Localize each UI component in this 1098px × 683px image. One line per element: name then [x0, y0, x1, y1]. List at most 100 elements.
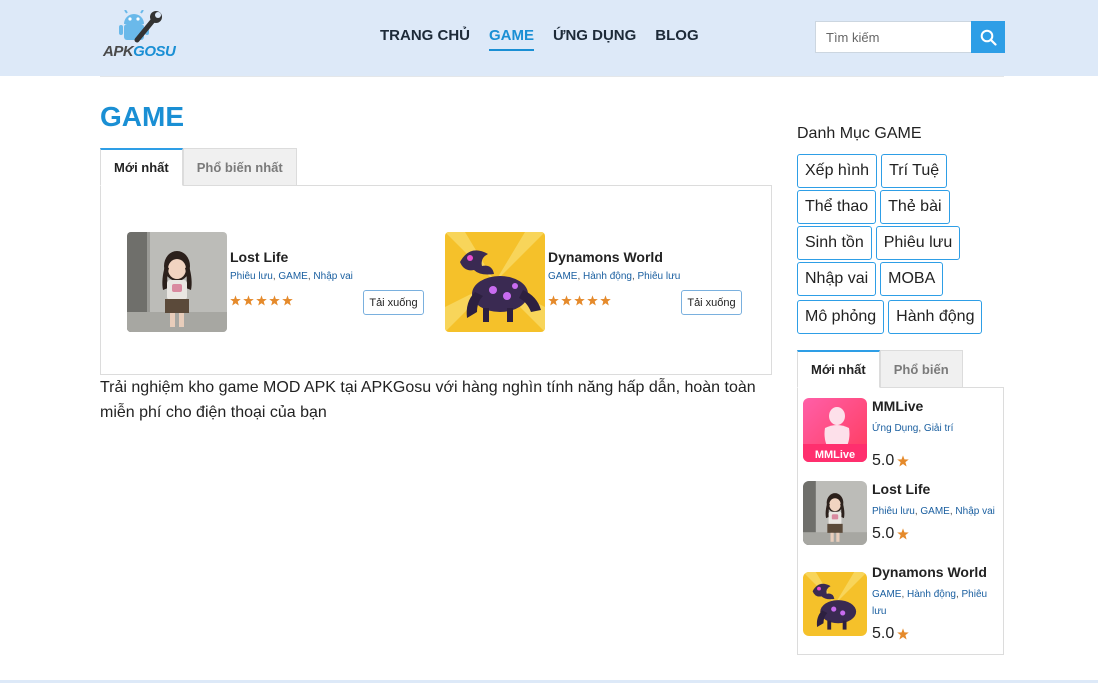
- site-header: APKGOSU TRANG CHỦ GAME ỨNG DỤNG BLOG: [0, 0, 1098, 76]
- dynamons-artwork-icon: [803, 572, 867, 636]
- page-title: GAME: [100, 101, 184, 132]
- category-tag[interactable]: Trí Tuệ: [881, 154, 948, 188]
- app-rating: 5.0: [872, 625, 910, 643]
- nav-item-blog[interactable]: BLOG: [655, 27, 698, 51]
- main-nav: TRANG CHỦ GAME ỨNG DỤNG BLOG: [380, 27, 699, 51]
- category-tag[interactable]: MOBA: [880, 262, 944, 296]
- main-tab-bar: Mới nhất Phổ biến nhất: [100, 148, 297, 186]
- category-row: Nhập vai MOBA: [797, 262, 944, 296]
- game-thumbnail[interactable]: [127, 232, 227, 332]
- tab-newest[interactable]: Mới nhất: [100, 148, 183, 186]
- search-button[interactable]: [971, 21, 1005, 53]
- star-icon: [282, 295, 293, 306]
- game-list-panel: Lost Life Phiêu lưu, GAME, Nhập vai Tải …: [100, 185, 772, 375]
- sidebar-app-item[interactable]: Dynamons World GAME, Hành động, Phiêu lư…: [803, 564, 1003, 642]
- app-thumbnail[interactable]: [803, 572, 867, 636]
- category-tag[interactable]: Mô phỏng: [797, 300, 885, 334]
- app-name[interactable]: MMLive: [872, 398, 923, 414]
- category-tag[interactable]: Thẻ bài: [880, 190, 950, 224]
- nav-item-home[interactable]: TRANG CHỦ: [380, 27, 470, 51]
- star-icon: [561, 295, 572, 306]
- rating-value: 5.0: [872, 625, 895, 642]
- game-thumbnail[interactable]: [445, 232, 545, 332]
- lost-life-artwork-icon: [127, 232, 227, 332]
- app-rating: 5.0: [872, 452, 910, 470]
- star-rating: [548, 295, 611, 306]
- rating-value: 5.0: [872, 525, 895, 542]
- star-icon: [548, 295, 559, 306]
- category-row: Thể thao Thẻ bài: [797, 190, 950, 224]
- logo-text-part2: GOSU: [133, 43, 176, 60]
- category-tag[interactable]: Sinh tồn: [797, 226, 872, 260]
- download-button[interactable]: Tải xuống: [681, 290, 742, 315]
- logo-text-part1: APK: [103, 43, 134, 60]
- app-name[interactable]: Dynamons World: [872, 564, 987, 580]
- category-link[interactable]: GAME: [548, 271, 577, 282]
- category-link[interactable]: Giải trí: [924, 423, 953, 434]
- category-link[interactable]: Nhập vai: [955, 506, 994, 517]
- logo-text: APKGOSU: [103, 43, 176, 60]
- site-logo[interactable]: APKGOSU: [103, 9, 179, 60]
- category-link[interactable]: Phiêu lưu: [638, 271, 681, 282]
- category-tag[interactable]: Thể thao: [797, 190, 877, 224]
- category-tag[interactable]: Nhập vai: [797, 262, 877, 296]
- sidebar-tab-bar: Mới nhất Phổ biến: [797, 350, 963, 388]
- page-description: Trải nghiệm kho game MOD APK tại APKGosu…: [100, 379, 756, 421]
- category-link[interactable]: Phiêu lưu: [872, 506, 915, 517]
- star-icon: [897, 455, 910, 467]
- category-tag[interactable]: Xếp hình: [797, 154, 878, 188]
- app-categories: Ứng Dụng, Giải trí: [872, 423, 954, 434]
- app-thumbnail[interactable]: MMLive: [803, 398, 867, 462]
- sidebar-list-panel: MMLive MMLive Ứng Dụng, Giải trí 5.0 Los…: [797, 387, 1004, 655]
- tab-sidebar-popular[interactable]: Phổ biến: [879, 350, 963, 388]
- tab-sidebar-newest[interactable]: Mới nhất: [797, 350, 880, 388]
- search-box: [815, 21, 1005, 53]
- sidebar-app-item[interactable]: MMLive MMLive Ứng Dụng, Giải trí 5.0: [803, 398, 1003, 469]
- android-wrench-icon: [119, 9, 162, 43]
- search-input[interactable]: [815, 21, 971, 53]
- category-link[interactable]: Hành động: [907, 589, 956, 600]
- game-categories: Phiêu lưu, GAME, Nhập vai: [230, 271, 353, 282]
- search-icon: [980, 29, 997, 46]
- tab-most-popular[interactable]: Phổ biến nhất: [182, 148, 297, 186]
- category-link[interactable]: GAME: [920, 506, 949, 517]
- star-icon: [574, 295, 585, 306]
- nav-item-apps[interactable]: ỨNG DỤNG: [553, 27, 636, 51]
- category-link[interactable]: GAME: [278, 271, 307, 282]
- rating-value: 5.0: [872, 452, 895, 469]
- star-icon: [897, 628, 910, 640]
- star-icon: [269, 295, 280, 306]
- star-icon: [587, 295, 598, 306]
- category-link[interactable]: Phiêu lưu: [230, 271, 273, 282]
- category-heading: Danh Mục GAME: [797, 125, 922, 142]
- category-link[interactable]: GAME: [872, 589, 901, 600]
- nav-item-game[interactable]: GAME: [489, 27, 534, 51]
- dynamons-artwork-icon: [445, 232, 545, 332]
- category-link[interactable]: Ứng Dụng: [872, 423, 918, 434]
- game-card[interactable]: Lost Life Phiêu lưu, GAME, Nhập vai Tải …: [127, 232, 427, 332]
- game-name[interactable]: Lost Life: [230, 249, 288, 265]
- app-thumbnail[interactable]: [803, 481, 867, 545]
- category-tag[interactable]: Phiêu lưu: [875, 226, 961, 260]
- download-button[interactable]: Tải xuống: [363, 290, 424, 315]
- lost-life-artwork-icon: [803, 481, 867, 545]
- star-icon: [256, 295, 267, 306]
- app-name[interactable]: Lost Life: [872, 481, 930, 497]
- sidebar-app-item[interactable]: Lost Life Phiêu lưu, GAME, Nhập vai 5.0: [803, 481, 1003, 547]
- mmlive-icon-text: MMLive: [815, 449, 855, 461]
- category-row: Sinh tồn Phiêu lưu: [797, 226, 961, 260]
- mmlive-app-icon: MMLive: [803, 398, 867, 462]
- game-card[interactable]: Dynamons World GAME, Hành động, Phiêu lư…: [445, 232, 745, 332]
- game-categories: GAME, Hành động, Phiêu lưu: [548, 271, 681, 282]
- star-icon: [243, 295, 254, 306]
- game-name[interactable]: Dynamons World: [548, 249, 663, 265]
- category-row: Mô phỏng Hành động: [797, 300, 983, 334]
- category-row: Xếp hình Trí Tuệ: [797, 154, 948, 188]
- star-icon: [230, 295, 241, 306]
- category-link[interactable]: Hành động: [583, 271, 632, 282]
- star-icon: [600, 295, 611, 306]
- star-rating: [230, 295, 293, 306]
- category-link[interactable]: Nhập vai: [313, 271, 352, 282]
- category-tag[interactable]: Hành động: [888, 300, 983, 334]
- app-rating: 5.0: [872, 525, 910, 543]
